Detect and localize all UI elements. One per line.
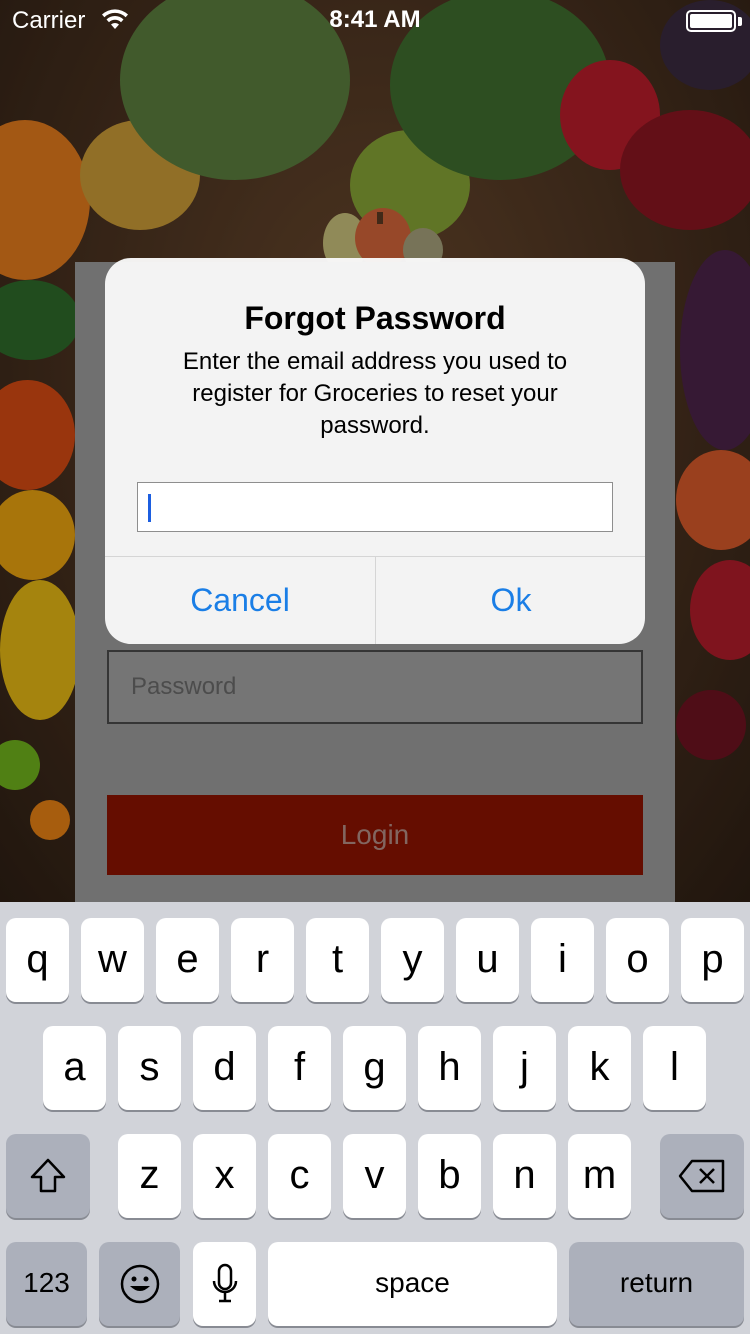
key-l[interactable]: l <box>643 1026 706 1110</box>
alert-message: Enter the email address you used to regi… <box>182 348 568 439</box>
key-p[interactable]: p <box>681 918 744 1002</box>
key-f[interactable]: f <box>268 1026 331 1110</box>
return-key[interactable]: return <box>569 1242 744 1326</box>
microphone-icon <box>212 1263 237 1303</box>
battery-tip <box>738 17 742 26</box>
delete-icon <box>678 1159 725 1193</box>
text-caret <box>148 494 151 522</box>
key-v[interactable]: v <box>343 1134 406 1218</box>
key-k[interactable]: k <box>568 1026 631 1110</box>
shift-icon <box>30 1158 66 1193</box>
key-q[interactable]: q <box>6 918 69 1002</box>
delete-key[interactable] <box>660 1134 744 1218</box>
numbers-key[interactable]: 123 <box>6 1242 87 1326</box>
emoji-key[interactable] <box>99 1242 180 1326</box>
microphone-key[interactable] <box>193 1242 256 1326</box>
clock: 8:41 AM <box>329 6 421 33</box>
key-z[interactable]: z <box>118 1134 181 1218</box>
key-y[interactable]: y <box>381 918 444 1002</box>
key-x[interactable]: x <box>193 1134 256 1218</box>
key-u[interactable]: u <box>456 918 519 1002</box>
keyboard: q w e r t y u i o p a s d f g h j k l z … <box>0 902 750 1334</box>
key-j[interactable]: j <box>493 1026 556 1110</box>
status-bar: Carrier 8:41 AM <box>0 0 750 40</box>
forgot-password-alert: Forgot Password Enter the email address … <box>105 258 645 644</box>
ok-button[interactable]: Ok <box>376 557 645 644</box>
email-input[interactable] <box>137 482 613 532</box>
key-d[interactable]: d <box>193 1026 256 1110</box>
key-i[interactable]: i <box>531 918 594 1002</box>
key-g[interactable]: g <box>343 1026 406 1110</box>
alert-title: Forgot Password <box>244 300 506 336</box>
key-a[interactable]: a <box>43 1026 106 1110</box>
key-t[interactable]: t <box>306 918 369 1002</box>
key-h[interactable]: h <box>418 1026 481 1110</box>
emoji-icon <box>120 1264 159 1304</box>
key-n[interactable]: n <box>493 1134 556 1218</box>
space-key[interactable]: space <box>268 1242 557 1326</box>
key-r[interactable]: r <box>231 918 294 1002</box>
cancel-button[interactable]: Cancel <box>105 557 375 644</box>
key-w[interactable]: w <box>81 918 144 1002</box>
shift-key[interactable] <box>6 1134 90 1218</box>
key-m[interactable]: m <box>568 1134 631 1218</box>
key-s[interactable]: s <box>118 1026 181 1110</box>
battery-icon <box>686 10 736 32</box>
key-o[interactable]: o <box>606 918 669 1002</box>
key-e[interactable]: e <box>156 918 219 1002</box>
key-c[interactable]: c <box>268 1134 331 1218</box>
key-b[interactable]: b <box>418 1134 481 1218</box>
